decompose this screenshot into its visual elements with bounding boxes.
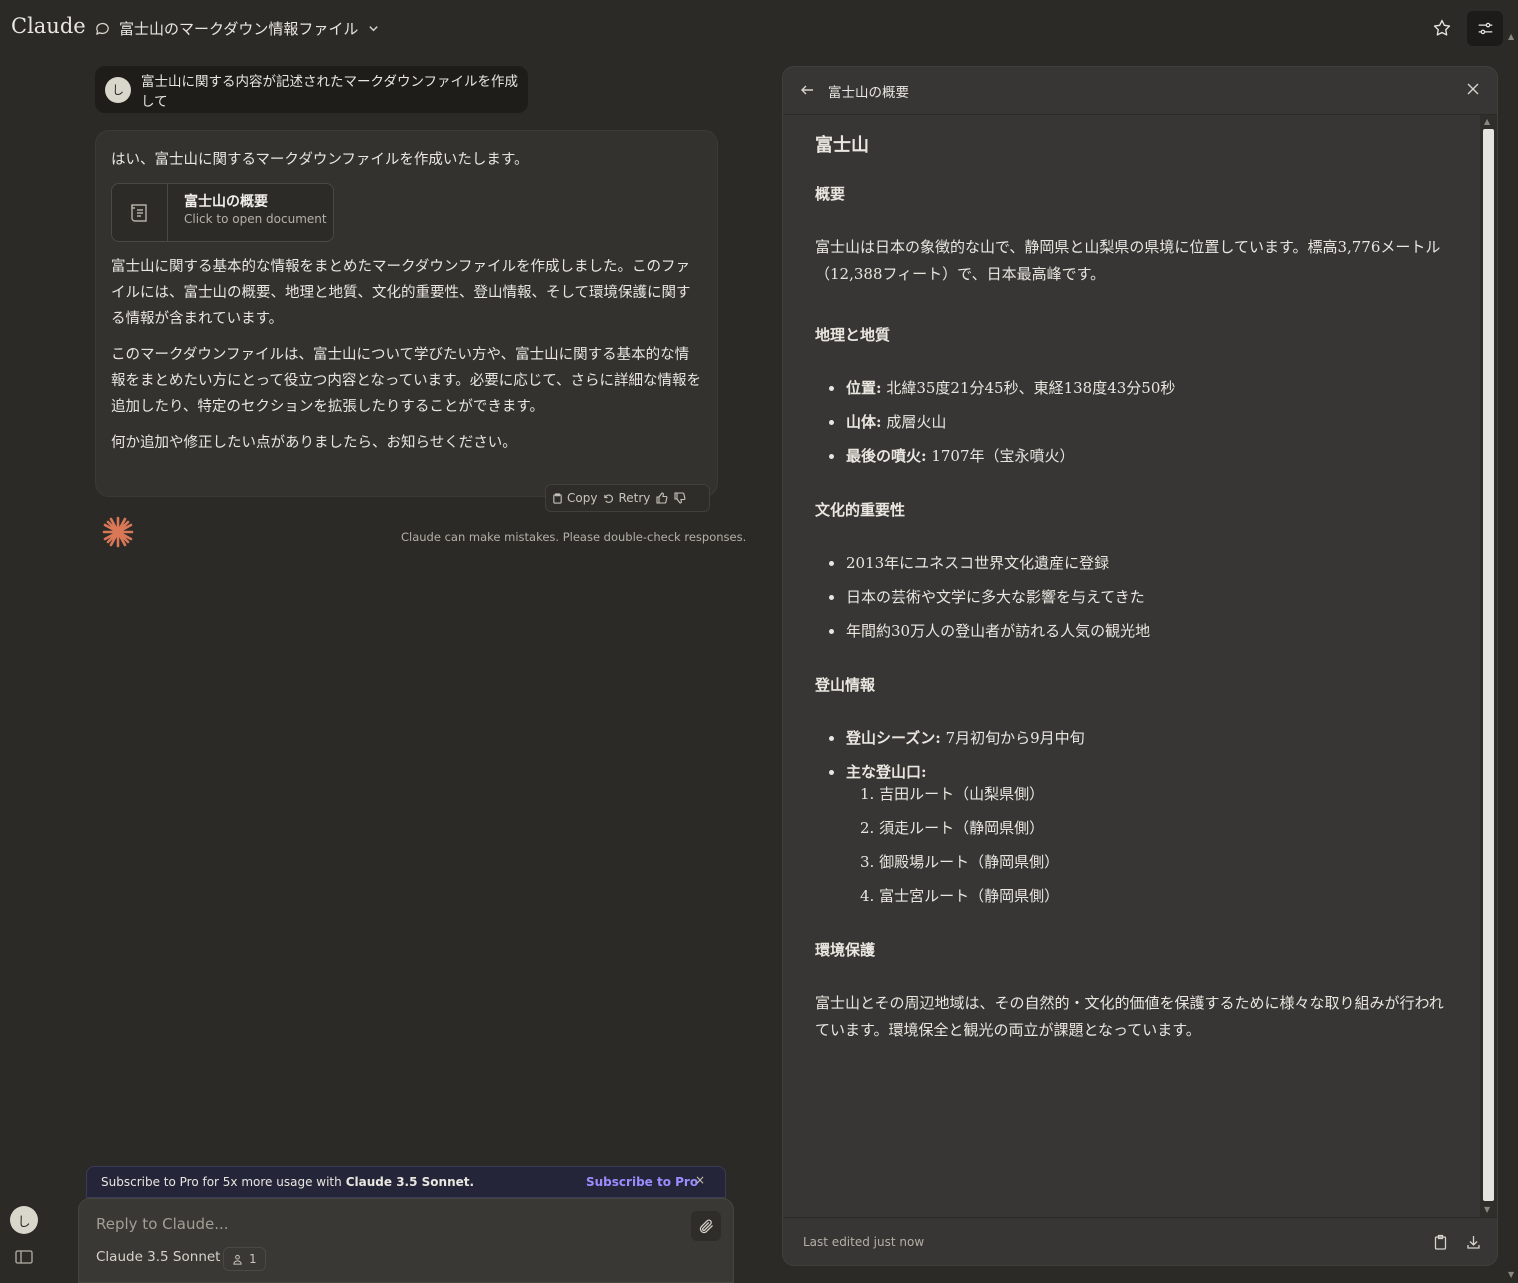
doc-heading: 環境保護 bbox=[815, 941, 876, 959]
assistant-intro: はい、富士山に関するマークダウンファイルを作成いたします。 bbox=[111, 152, 529, 168]
list-item: 主な登山口: 1. 吉田ルート（山梨県側） 2. 須走ルート（静岡県側） 3. … bbox=[815, 759, 1455, 910]
doc-list: 登山シーズン: 7月初旬から9月中旬 主な登山口: 1. 吉田ルート（山梨県側）… bbox=[815, 725, 1455, 910]
reply-input[interactable]: Reply to Claude... bbox=[96, 1215, 229, 1233]
retry-button[interactable]: Retry bbox=[603, 491, 650, 505]
trail-list: 1. 吉田ルート（山梨県側） 2. 須走ルート（静岡県側） 3. 御殿場ルート（… bbox=[846, 781, 1455, 910]
assistant-paragraph: 何か追加や修正したい点がありましたら、お知らせください。 bbox=[111, 435, 517, 451]
clipboard-icon[interactable] bbox=[1433, 1234, 1448, 1250]
last-edited-text: Last edited just now bbox=[803, 1235, 925, 1249]
sidebar-toggle-icon[interactable] bbox=[15, 1250, 33, 1264]
doc-paragraph: 富士山は日本の象徴的な山で、静岡県と山梨県の県境に位置しています。標高3,776… bbox=[815, 238, 1441, 283]
clipboard-icon bbox=[552, 492, 563, 504]
doc-heading: 地理と地質 bbox=[815, 326, 891, 344]
list-item: 山体: 成層火山 bbox=[815, 409, 1455, 436]
list-item: 位置: 北緯35度21分45秒、東経138度43分50秒 bbox=[815, 375, 1455, 402]
style-count: 1 bbox=[249, 1252, 257, 1266]
doc-heading: 文化的重要性 bbox=[815, 501, 906, 519]
markdown-document: 富士山 概要 富士山は日本の象徴的な山で、静岡県と山梨県の県境に位置しています。… bbox=[815, 131, 1455, 1079]
claude-logo[interactable]: Claude bbox=[11, 14, 86, 38]
trail-item: 3. 御殿場ルート（静岡県側） bbox=[860, 853, 1060, 871]
scroll-down-icon[interactable]: ▼ bbox=[1484, 1205, 1490, 1214]
doc-paragraph: 富士山とその周辺地域は、その自然的・文化的価値を保護するために様々な取り組みが行… bbox=[815, 994, 1444, 1039]
artifact-card-subtitle: Click to open document bbox=[184, 212, 327, 226]
chevron-down-icon bbox=[368, 23, 379, 34]
artifact-card-title: 富士山の概要 bbox=[184, 194, 268, 210]
subscribe-link[interactable]: Subscribe to Pro bbox=[586, 1175, 698, 1189]
close-icon[interactable] bbox=[1466, 82, 1480, 96]
message-actions: Copy Retry bbox=[545, 484, 710, 512]
user-avatar: し bbox=[105, 76, 131, 103]
list-item: 日本の芸術や文学に多大な影響を与えてきた bbox=[815, 584, 1455, 611]
assistant-paragraph: 富士山に関する基本的な情報をまとめたマークダウンファイルを作成しました。このファ… bbox=[111, 259, 691, 327]
scrollbar-thumb[interactable] bbox=[1483, 129, 1494, 1201]
document-icon-box bbox=[112, 184, 168, 241]
artifact-panel-footer: Last edited just now bbox=[783, 1217, 1497, 1265]
sliders-icon bbox=[1477, 20, 1494, 37]
doc-heading: 概要 bbox=[815, 185, 846, 203]
assistant-paragraph: このマークダウンファイルは、富士山について学びたい方や、富士山に関する基本的な情… bbox=[111, 347, 702, 415]
list-item: 最後の噴火: 1707年（宝永噴火） bbox=[815, 443, 1455, 470]
sidebar-user-avatar[interactable]: し bbox=[10, 1206, 38, 1234]
page-scroll-up-icon[interactable]: ▲ bbox=[1508, 32, 1514, 41]
settings-button[interactable] bbox=[1467, 11, 1503, 46]
retry-label: Retry bbox=[618, 491, 651, 505]
star-icon bbox=[1432, 18, 1452, 38]
user-message: し 富士山に関する内容が記述されたマークダウンファイルを作成して bbox=[95, 66, 528, 113]
subscribe-banner: Subscribe to Pro for 5x more usage with … bbox=[86, 1166, 726, 1198]
trail-item: 1. 吉田ルート（山梨県側） bbox=[860, 785, 1045, 803]
disclaimer-text: Claude can make mistakes. Please double-… bbox=[401, 530, 747, 544]
thumbs-down-button[interactable] bbox=[674, 492, 686, 504]
download-icon[interactable] bbox=[1466, 1234, 1481, 1250]
thumbs-up-button[interactable] bbox=[656, 492, 668, 504]
retry-icon bbox=[603, 493, 614, 504]
copy-button[interactable]: Copy bbox=[552, 491, 597, 505]
reply-composer[interactable]: Reply to Claude... Claude 3.5 Sonnet 1 bbox=[78, 1198, 734, 1283]
promo-model: Claude 3.5 Sonnet. bbox=[345, 1175, 475, 1189]
list-item: 年間約30万人の登山者が訪れる人気の観光地 bbox=[815, 618, 1455, 645]
trail-item: 4. 富士宮ルート（静岡県側） bbox=[860, 887, 1060, 905]
artifact-panel-title: 富士山の概要 bbox=[828, 85, 909, 101]
user-message-text: 富士山に関する内容が記述されたマークダウンファイルを作成して bbox=[141, 73, 519, 110]
top-bar: Claude 富士山のマークダウン情報ファイル bbox=[0, 0, 1518, 56]
scroll-up-icon[interactable]: ▲ bbox=[1484, 117, 1490, 126]
style-count-button[interactable]: 1 bbox=[223, 1247, 266, 1271]
model-selector[interactable]: Claude 3.5 Sonnet bbox=[96, 1249, 220, 1265]
thumbs-up-icon bbox=[656, 492, 668, 504]
page-scroll-down-icon[interactable]: ▼ bbox=[1508, 1270, 1514, 1279]
conversation-title-button[interactable]: 富士山のマークダウン情報ファイル bbox=[94, 18, 379, 39]
promo-text: Subscribe to Pro for 5x more usage with bbox=[101, 1175, 342, 1189]
claude-spark-icon bbox=[101, 515, 135, 549]
artifact-panel: 富士山の概要 富士山 概要 富士山は日本の象徴的な山で、静岡県と山梨県の県境に位… bbox=[782, 66, 1498, 1266]
close-banner-button[interactable]: × bbox=[695, 1173, 705, 1187]
doc-list: 2013年にユネスコ世界文化遺産に登録 日本の芸術や文学に多大な影響を与えてきた… bbox=[815, 550, 1455, 645]
list-item: 2013年にユネスコ世界文化遺産に登録 bbox=[815, 550, 1455, 577]
assistant-message: はい、富士山に関するマークダウンファイルを作成いたします。 富士山の概要 Cli… bbox=[95, 130, 718, 497]
document-icon bbox=[128, 201, 152, 225]
doc-list: 位置: 北緯35度21分45秒、東経138度43分50秒 山体: 成層火山 最後… bbox=[815, 375, 1455, 470]
star-button[interactable] bbox=[1428, 14, 1456, 42]
doc-title: 富士山 bbox=[815, 135, 869, 156]
thumbs-down-icon bbox=[674, 492, 686, 504]
back-arrow-icon[interactable] bbox=[800, 83, 814, 97]
conversation-title: 富士山のマークダウン情報ファイル bbox=[119, 20, 359, 38]
person-icon bbox=[232, 1254, 243, 1265]
page-scrollbar[interactable]: ▲ ▼ bbox=[1506, 30, 1518, 1283]
trail-item: 2. 須走ルート（静岡県側） bbox=[860, 819, 1045, 837]
list-item: 登山シーズン: 7月初旬から9月中旬 bbox=[815, 725, 1455, 752]
artifact-panel-header: 富士山の概要 bbox=[783, 67, 1497, 115]
artifact-card[interactable]: 富士山の概要 Click to open document bbox=[111, 183, 334, 242]
chat-bubble-icon bbox=[94, 20, 111, 37]
attach-button[interactable] bbox=[691, 1211, 721, 1241]
paperclip-icon bbox=[698, 1218, 715, 1235]
doc-heading: 登山情報 bbox=[815, 676, 876, 694]
artifact-scrollbar[interactable]: ▲ ▼ bbox=[1480, 115, 1497, 1217]
copy-label: Copy bbox=[567, 491, 598, 505]
